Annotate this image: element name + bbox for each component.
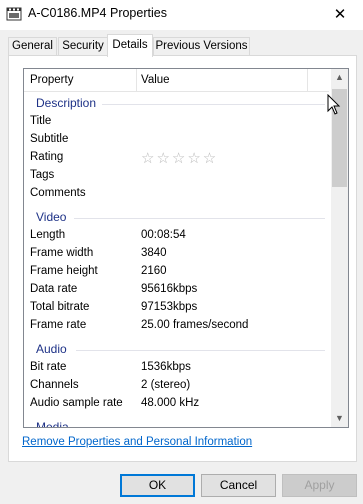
property-name: Subtitle (30, 133, 69, 145)
group-divider (76, 350, 325, 351)
list-item[interactable]: Frame width 3840 (24, 245, 329, 263)
list-item[interactable]: Length 00:08:54 (24, 227, 329, 245)
title-bar: A-C0186.MP4 Properties ✕ (0, 0, 363, 30)
apply-button[interactable]: Apply (282, 474, 357, 497)
scroll-down-icon[interactable]: ▼ (331, 410, 348, 427)
column-divider[interactable] (136, 69, 137, 91)
group-audio: Audio (24, 341, 329, 359)
property-name: Length (30, 229, 66, 241)
group-label: Audio (36, 342, 67, 356)
list-header: Property Value (24, 69, 329, 92)
property-name: Data rate (30, 283, 78, 295)
tab-security[interactable]: Security (58, 37, 108, 56)
details-panel: Property Value Description Title Subtitl… (8, 55, 357, 462)
property-value: 97153kbps (141, 301, 198, 313)
list-item[interactable]: Frame rate 25.00 frames/second (24, 317, 329, 335)
property-value: 3840 (141, 247, 167, 259)
property-value: 00:08:54 (141, 229, 186, 241)
property-name: Total bitrate (30, 301, 90, 313)
group-media: Media (24, 419, 329, 428)
list-item[interactable]: Frame height 2160 (24, 263, 329, 281)
list-item[interactable]: Total bitrate 97153kbps (24, 299, 329, 317)
property-name: Tags (30, 169, 55, 181)
property-name: Audio sample rate (30, 397, 123, 409)
property-name: Frame rate (30, 319, 87, 331)
group-divider (74, 218, 325, 219)
property-name: Frame width (30, 247, 94, 259)
property-value: 95616kbps (141, 283, 198, 295)
property-name: Channels (30, 379, 79, 391)
list-item[interactable]: Bit rate 1536kbps (24, 359, 329, 377)
property-value: 1536kbps (141, 361, 191, 373)
rating-stars[interactable]: ☆☆☆☆☆ (141, 149, 218, 167)
cancel-button[interactable]: Cancel (201, 474, 276, 497)
list-item[interactable]: Comments (24, 185, 329, 203)
window-title: A-C0186.MP4 Properties (28, 6, 167, 20)
property-name: Frame height (30, 265, 98, 277)
vertical-scrollbar[interactable]: ▲ ▼ (331, 69, 348, 427)
scroll-up-icon[interactable]: ▲ (331, 69, 348, 86)
property-name: Bit rate (30, 361, 67, 373)
list-item[interactable]: Channels 2 (stereo) (24, 377, 329, 395)
column-header-property[interactable]: Property (30, 74, 73, 86)
list-item[interactable]: Subtitle (24, 131, 329, 149)
tab-general[interactable]: General (8, 37, 57, 56)
group-label: Video (36, 210, 67, 224)
property-value: 2160 (141, 265, 167, 277)
list-item[interactable]: Data rate 95616kbps (24, 281, 329, 299)
remove-properties-link[interactable]: Remove Properties and Personal Informati… (22, 436, 252, 448)
property-name: Rating (30, 151, 64, 163)
group-divider (102, 104, 325, 105)
property-name: Title (30, 115, 52, 127)
column-header-value[interactable]: Value (141, 74, 170, 86)
group-label: Description (36, 96, 97, 110)
tab-strip: General Security Details Previous Versio… (8, 34, 358, 57)
ok-button[interactable]: OK (120, 474, 195, 497)
list-item[interactable]: Rating ☆☆☆☆☆ (24, 149, 329, 167)
close-icon[interactable]: ✕ (317, 0, 363, 30)
list-item[interactable]: Audio sample rate 48.000 kHz (24, 395, 329, 413)
property-name: Comments (30, 187, 86, 199)
video-file-icon (6, 7, 22, 21)
group-description: Description (24, 95, 329, 113)
group-label: Media (36, 420, 69, 428)
tab-details[interactable]: Details (107, 34, 153, 57)
column-divider[interactable] (307, 69, 308, 91)
mouse-cursor-icon (327, 94, 341, 115)
property-value: 48.000 kHz (141, 397, 200, 409)
property-value: 25.00 frames/second (141, 319, 249, 331)
tab-previous-versions[interactable]: Previous Versions (153, 37, 250, 56)
list-item[interactable]: Tags (24, 167, 329, 185)
list-item[interactable]: Title (24, 113, 329, 131)
properties-list: Property Value Description Title Subtitl… (23, 68, 349, 428)
group-video: Video (24, 209, 329, 227)
property-value: 2 (stereo) (141, 379, 191, 391)
